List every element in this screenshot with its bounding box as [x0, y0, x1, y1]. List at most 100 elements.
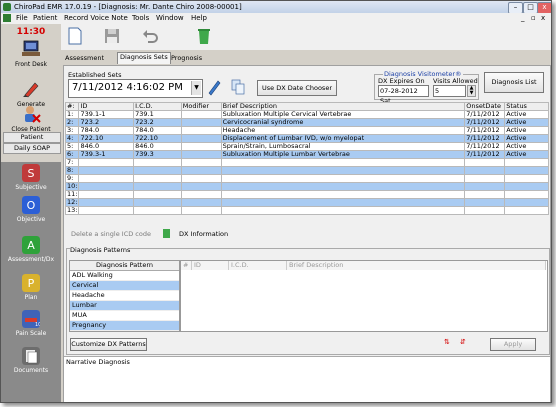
row-status-cell[interactable]: [504, 158, 549, 167]
row-status-cell[interactable]: Active: [504, 126, 549, 135]
table-row[interactable]: 12:: [64, 198, 549, 207]
row-modifier-cell[interactable]: [180, 166, 222, 175]
row-number-cell[interactable]: 10:: [64, 182, 80, 191]
menu-patient[interactable]: Patient: [33, 14, 57, 23]
mdi-restore-button[interactable]: ▫: [531, 14, 536, 23]
row-onset-cell[interactable]: [464, 166, 506, 175]
app-menu-icon[interactable]: [3, 14, 11, 22]
row-icd-cell[interactable]: [133, 182, 182, 191]
row-description-cell[interactable]: [220, 206, 466, 215]
row-icd-cell[interactable]: 846.0: [133, 142, 182, 151]
col-header-icd[interactable]: I.C.D.: [133, 102, 182, 111]
row-onset-cell[interactable]: [464, 198, 506, 207]
row-id-cell[interactable]: [78, 190, 135, 199]
sort-descending-icon[interactable]: ⇵: [460, 338, 466, 346]
row-modifier-cell[interactable]: [180, 198, 222, 207]
table-row[interactable]: 9:: [64, 174, 549, 183]
row-icd-cell[interactable]: [133, 190, 182, 199]
row-description-cell[interactable]: [220, 174, 466, 183]
use-dx-date-chooser-button[interactable]: Use DX Date Chooser: [257, 80, 337, 96]
row-id-cell[interactable]: 739.1-1: [78, 110, 135, 119]
row-id-cell[interactable]: [78, 182, 135, 191]
row-number-cell[interactable]: 2:: [64, 118, 80, 127]
row-icd-cell[interactable]: 739.3: [133, 150, 182, 159]
menu-help[interactable]: Help: [191, 14, 207, 23]
col-header-status[interactable]: Status: [504, 102, 549, 111]
row-status-cell[interactable]: [504, 198, 549, 207]
row-number-cell[interactable]: 9:: [64, 174, 80, 183]
delete-single-icd-link[interactable]: Delete a single ICD code: [71, 230, 151, 238]
diagnosis-list-button[interactable]: Diagnosis List: [484, 72, 544, 93]
row-modifier-cell[interactable]: [180, 158, 222, 167]
row-status-cell[interactable]: Active: [504, 150, 549, 159]
mdi-close-button[interactable]: x: [541, 14, 545, 23]
table-row[interactable]: 6: 739.3-1 739.3 Subluxation Multiple Lumba…: [64, 150, 549, 159]
row-status-cell[interactable]: Active: [504, 142, 549, 151]
row-id-cell[interactable]: 846.0: [78, 142, 135, 151]
row-number-cell[interactable]: 6:: [64, 150, 80, 159]
row-description-cell[interactable]: Subluxation Multiple Cervical Vertebrae: [220, 110, 466, 119]
row-status-cell[interactable]: [504, 206, 549, 215]
sidebar-item-front-desk[interactable]: Front Desk: [1, 39, 61, 68]
row-onset-cell[interactable]: 7/11/2012: [464, 118, 506, 127]
row-icd-cell[interactable]: 739.1: [133, 110, 182, 119]
sidebar-item-assessment[interactable]: A Assessment/Dx: [1, 236, 61, 263]
sidebar-item-subjective[interactable]: S Subjective: [1, 164, 61, 191]
sidebar-section-daily-soap[interactable]: Daily SOAP: [3, 143, 61, 154]
menu-tools[interactable]: Tools: [132, 14, 149, 23]
row-modifier-cell[interactable]: [180, 206, 222, 215]
apply-button[interactable]: Apply: [490, 338, 536, 351]
row-modifier-cell[interactable]: [180, 150, 222, 159]
list-item[interactable]: Pregnancy: [70, 321, 179, 331]
row-onset-cell[interactable]: [464, 158, 506, 167]
sidebar-item-documents[interactable]: Documents: [1, 347, 61, 374]
table-row[interactable]: 1: 739.1-1 739.1 Subluxation Multiple Cervi…: [64, 110, 549, 119]
table-row[interactable]: 11:: [64, 190, 549, 199]
row-number-cell[interactable]: 13:: [64, 206, 80, 215]
row-description-cell[interactable]: Cervicocranial syndrome: [220, 118, 466, 127]
row-id-cell[interactable]: 723.2: [78, 118, 135, 127]
row-status-cell[interactable]: Active: [504, 110, 549, 119]
copy-documents-icon[interactable]: [230, 78, 246, 96]
sidebar-section-patient[interactable]: Patient: [3, 132, 61, 143]
row-description-cell[interactable]: Subluxation Multiple Lumbar Vertebrae: [220, 150, 466, 159]
mdi-minimize-button[interactable]: _: [521, 14, 525, 23]
row-number-cell[interactable]: 8:: [64, 166, 80, 175]
established-sets-dropdown[interactable]: 7/11/2012 4:16:02 PM ▼: [68, 79, 203, 98]
table-row[interactable]: 10:: [64, 182, 549, 191]
row-description-cell[interactable]: Headache: [220, 126, 466, 135]
row-icd-cell[interactable]: 723.2: [133, 118, 182, 127]
row-icd-cell[interactable]: 784.0: [133, 126, 182, 135]
row-onset-cell[interactable]: [464, 182, 506, 191]
row-id-cell[interactable]: 739.3-1: [78, 150, 135, 159]
row-onset-cell[interactable]: [464, 190, 506, 199]
row-id-cell[interactable]: [78, 206, 135, 215]
row-modifier-cell[interactable]: [180, 118, 222, 127]
sidebar-item-plan[interactable]: P Plan: [1, 274, 61, 301]
narrative-diagnosis-area[interactable]: Narrative Diagnosis: [64, 356, 550, 402]
row-description-cell[interactable]: [220, 158, 466, 167]
sidebar-item-objective[interactable]: O Objective: [1, 196, 61, 223]
row-icd-cell[interactable]: [133, 206, 182, 215]
row-number-cell[interactable]: 4:: [64, 134, 80, 143]
customize-dx-patterns-button[interactable]: Customize DX Patterns: [70, 338, 147, 351]
row-id-cell[interactable]: [78, 166, 135, 175]
row-modifier-cell[interactable]: [180, 182, 222, 191]
row-number-cell[interactable]: 11:: [64, 190, 80, 199]
list-item[interactable]: Thoracic: [70, 331, 179, 332]
col-header-onset-date[interactable]: OnsetDate: [464, 102, 506, 111]
row-modifier-cell[interactable]: [180, 142, 222, 151]
chevron-down-icon[interactable]: ▼: [191, 81, 201, 95]
table-row[interactable]: 7:: [64, 158, 549, 167]
tab-diagnosis-sets[interactable]: Diagnosis Sets: [117, 52, 171, 64]
row-onset-cell[interactable]: 7/11/2012: [464, 142, 506, 151]
menu-file[interactable]: File: [16, 14, 28, 23]
row-description-cell[interactable]: [220, 198, 466, 207]
row-modifier-cell[interactable]: [180, 110, 222, 119]
recycle-bin-icon[interactable]: [195, 27, 213, 45]
row-description-cell[interactable]: [220, 190, 466, 199]
list-item[interactable]: Cervical: [70, 281, 179, 291]
row-id-cell[interactable]: [78, 198, 135, 207]
row-onset-cell[interactable]: 7/11/2012: [464, 150, 506, 159]
new-document-icon[interactable]: [66, 27, 84, 45]
